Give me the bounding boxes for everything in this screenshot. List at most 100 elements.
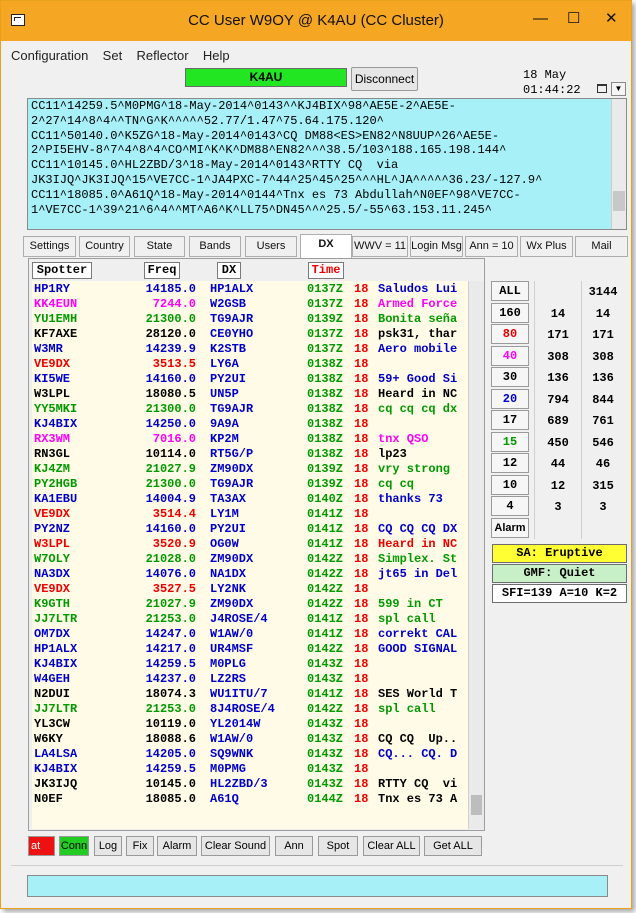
spot-row[interactable]: W3MR 14239.9 K2STB 0137Z 18 Aero mobile [32, 342, 468, 357]
spot-list-scrollbar[interactable] [468, 281, 484, 829]
spot-list-scrollbar-thumb[interactable] [471, 795, 482, 815]
column-header-time[interactable]: Time [308, 262, 344, 279]
spot-frequency: 14076.0 [145, 567, 196, 581]
spot-row[interactable]: W4GEH 14237.0 LZ2RS 0143Z 18 [32, 672, 468, 687]
spot-row[interactable]: PY2NZ 14160.0 PY2UI 0141Z 18 CQ CQ CQ DX [32, 522, 468, 537]
spot-row[interactable]: KA1EBU 14004.9 TA3AX 0140Z 18 thanks 73 [32, 492, 468, 507]
alarm-button[interactable]: Alarm [157, 836, 197, 856]
tab-mail[interactable]: Mail [575, 236, 628, 257]
spot-row[interactable]: JJ7LTR 21253.0 8J4ROSE/4 0142Z 18 spl call [32, 702, 468, 717]
close-icon[interactable]: ✕ [605, 11, 618, 27]
band-button-160[interactable]: 160 [491, 302, 529, 323]
command-input[interactable] [27, 875, 608, 897]
spot-row[interactable]: YY5MKI 21300.0 TG9AJR 0138Z 18 cq cq cq dx [32, 402, 468, 417]
tab-wwv[interactable]: WWV = 11 [352, 236, 408, 257]
spot-row[interactable]: YU1EMH 21300.0 TG9AJR 0139Z 18 Bonita seña [32, 312, 468, 327]
tab-settings[interactable]: Settings [23, 236, 76, 257]
spot-row[interactable]: VE9DX 3527.5 LY2NK 0142Z 18 [32, 582, 468, 597]
spot-day: 18 [354, 687, 369, 701]
spot-comment: Saludos Lui [378, 282, 458, 296]
spot-row[interactable]: VE9DX 3513.5 LY6A 0138Z 18 [32, 357, 468, 372]
spot-time: 0142Z [307, 642, 344, 656]
disconnect-button[interactable]: Disconnect [351, 67, 418, 91]
dropdown-arrow-icon[interactable]: ▼ [611, 82, 626, 96]
spot-row[interactable]: W3LPL 3520.9 OG0W 0141Z 18 Heard in NC [32, 537, 468, 552]
spot-day: 18 [354, 717, 369, 731]
spot-row[interactable]: RN3GL 10114.0 RT5G/P 0138Z 18 lp23 [32, 447, 468, 462]
connect-button[interactable]: Conn [59, 836, 89, 856]
tab-wx-plus[interactable]: Wx Plus [520, 236, 573, 257]
maximize-icon[interactable]: ☐ [567, 11, 580, 27]
spot-row[interactable]: RX3WM 7016.0 KP2M 0138Z 18 tnx QSO [32, 432, 468, 447]
spot-row[interactable]: LA4LSA 14205.0 SQ9WNK 0143Z 18 CQ... CQ. D [32, 747, 468, 762]
spot-row[interactable]: HP1RY 14185.0 HP1ALX 0137Z 18 Saludos Lui [32, 282, 468, 297]
spot-row[interactable]: HP1ALX 14217.0 UR4MSF 0142Z 18 GOOD SIGNAL [32, 642, 468, 657]
spot-row[interactable]: N2DUI 18074.3 WU1ITU/7 0141Z 18 SES World T [32, 687, 468, 702]
tab-bands[interactable]: Bands [189, 236, 241, 257]
spot-dx-call: HP1ALX [210, 282, 254, 296]
spot-list[interactable]: HP1RY 14185.0 HP1ALX 0137Z 18 Saludos Lui KK4E… [32, 281, 468, 829]
tab-dx[interactable]: DX [300, 234, 352, 258]
minimize-icon[interactable]: — [533, 11, 548, 27]
spot-row[interactable]: K9GTH 21027.9 ZM90DX 0142Z 18 599 in CT [32, 597, 468, 612]
window-restore-icon[interactable] [597, 84, 607, 93]
spot-row[interactable]: KJ4BIX 14250.0 9A9A 0138Z 18 [32, 417, 468, 432]
band-button-80[interactable]: 80 [491, 324, 529, 344]
band-button-30[interactable]: 30 [491, 367, 529, 387]
spot-row[interactable]: PY2HGB 21300.0 TG9AJR 0139Z 18 cq cq [32, 477, 468, 492]
spot-row[interactable]: YL3CW 10119.0 YL2014W 0143Z 18 [32, 717, 468, 732]
spot-row[interactable]: JJ7LTR 21253.0 J4ROSE/4 0141Z 18 spl call [32, 612, 468, 627]
tab-ann[interactable]: Ann = 10 [465, 236, 518, 257]
get-all-button[interactable]: Get ALL [424, 836, 482, 856]
tab-login-msg[interactable]: Login Msg [410, 236, 463, 257]
column-header-freq[interactable]: Freq [144, 262, 180, 279]
menu-help[interactable]: Help [203, 48, 230, 63]
raw-scrollbar-thumb[interactable] [613, 191, 625, 211]
spot-comment: spl call [378, 612, 436, 626]
spot-row[interactable]: W3LPL 18080.5 UN5P 0138Z 18 Heard in NC [32, 387, 468, 402]
column-header-spotter[interactable]: Spotter [32, 262, 92, 279]
spot-row[interactable]: N0EF 18085.0 A61Q 0144Z 18 Tnx es 73 A [32, 792, 468, 807]
band-button-10[interactable]: 10 [491, 474, 529, 495]
spot-button[interactable]: Spot [318, 836, 358, 856]
spot-dx-call: KP2M [210, 432, 239, 446]
spot-row[interactable]: KI5WE 14160.0 PY2UI 0138Z 18 59+ Good Si [32, 372, 468, 387]
spot-frequency: 14185.0 [145, 282, 196, 296]
raw-scrollbar[interactable] [611, 99, 626, 229]
band-button-15[interactable]: 15 [491, 431, 529, 452]
spot-row[interactable]: W6KY 18088.6 W1AW/0 0143Z 18 CQ CQ Up.. [32, 732, 468, 747]
fix-button[interactable]: Fix [126, 836, 154, 856]
tab-country[interactable]: Country [79, 236, 130, 257]
band-button-all[interactable]: ALL [491, 281, 529, 301]
spot-row[interactable]: KJ4BIX 14259.5 M0PMG 0143Z 18 [32, 762, 468, 777]
spot-row[interactable]: KJ4ZM 21027.9 ZM90DX 0139Z 18 vry strong [32, 462, 468, 477]
clear-sound-button[interactable]: Clear Sound [201, 836, 270, 856]
band-button-alarm[interactable]: Alarm [491, 517, 529, 538]
log-button[interactable]: Log [94, 836, 122, 856]
band-button-20[interactable]: 20 [491, 388, 529, 409]
raw-spot-text-area[interactable]: CC11^14259.5^M0PMG^18-May-2014^0143^^KJ4… [27, 98, 627, 230]
spot-row[interactable]: NA3DX 14076.0 NA1DX 0142Z 18 jt65 in Del [32, 567, 468, 582]
spot-row[interactable]: W7OLY 21028.0 ZM90DX 0142Z 18 Simplex. St [32, 552, 468, 567]
band-button-17[interactable]: 17 [491, 410, 529, 430]
band-button-40[interactable]: 40 [491, 345, 529, 366]
spot-row[interactable]: KK4EUN 7244.0 W2GSB 0137Z 18 Armed Force [32, 297, 468, 312]
menu-set[interactable]: Set [103, 48, 123, 63]
spot-row[interactable]: JK3IJQ 10145.0 HL2ZBD/3 0143Z 18 RTTY CQ vi [32, 777, 468, 792]
tab-state[interactable]: State [134, 236, 185, 257]
clear-all-button[interactable]: Clear ALL [363, 836, 420, 856]
column-header-dx[interactable]: DX [217, 262, 241, 279]
spot-row[interactable]: KF7AXE 28120.0 CE0YHO 0137Z 18 psk31, thar [32, 327, 468, 342]
band-button-4[interactable]: 4 [491, 496, 529, 516]
spot-row[interactable]: VE9DX 3514.4 LY1M 0141Z 18 [32, 507, 468, 522]
spot-row[interactable]: OM7DX 14247.0 W1AW/0 0141Z 18 correkt CAL [32, 627, 468, 642]
tab-users[interactable]: Users [245, 236, 297, 257]
announce-button[interactable]: Ann [275, 836, 313, 856]
spot-row[interactable]: KJ4BIX 14259.5 M0PLG 0143Z 18 [32, 657, 468, 672]
menu-configuration[interactable]: Configuration [11, 48, 88, 63]
band-button-12[interactable]: 12 [491, 453, 529, 473]
title-bar[interactable]: CC User W9OY @ K4AU (CC Cluster) — ☐ ✕ [1, 1, 631, 41]
at-button[interactable]: at [28, 836, 55, 856]
menu-reflector[interactable]: Reflector [137, 48, 189, 63]
spot-time: 0143Z [307, 777, 344, 791]
